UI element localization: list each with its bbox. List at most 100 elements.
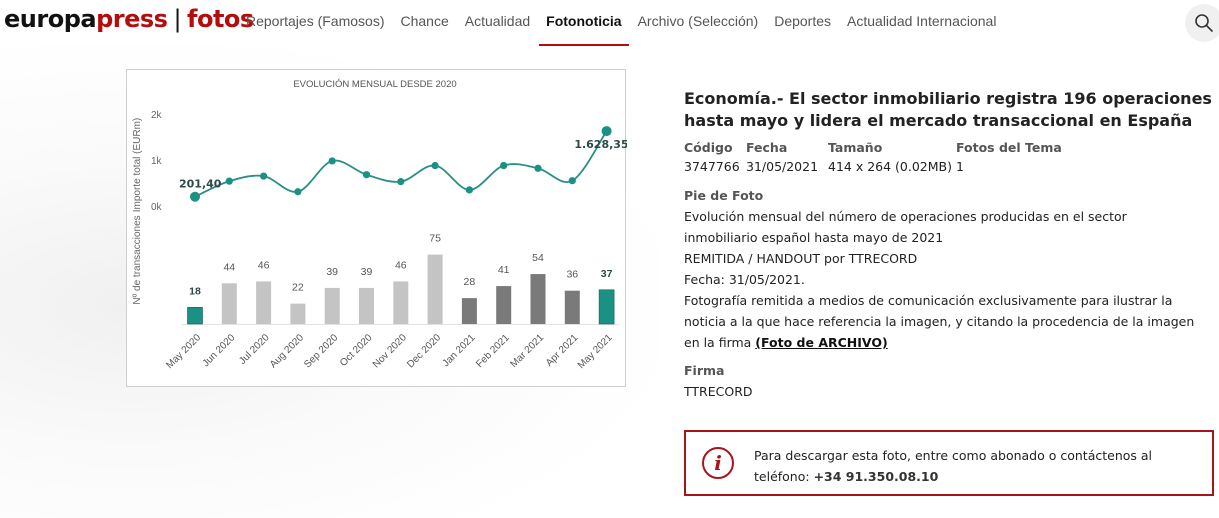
nav-actualidad-internacional[interactable]: Actualidad Internacional: [839, 0, 1004, 46]
bar: [530, 274, 546, 324]
line-path: [194, 130, 608, 198]
x-tick-label: May 2021: [576, 332, 615, 371]
line-point: [362, 171, 371, 179]
caption-line: inmobiliario español hasta mayo de 2021: [684, 230, 944, 245]
line-y-axis-label: Importe total (EURm): [132, 118, 143, 212]
bar-series: 18 44 46 22 39 39 46 75 28 41 54 36 37: [182, 233, 619, 325]
meta-value-fecha: 31/05/2021: [746, 159, 819, 174]
line-series: 201,40 1.628,35: [179, 126, 627, 202]
line-point: [534, 164, 542, 172]
line-point: [260, 172, 268, 180]
nav-actualidad[interactable]: Actualidad: [457, 0, 538, 46]
bar: [496, 286, 512, 324]
photo-caption: Evolución mensual del número de operacio…: [684, 206, 1214, 353]
line-point: [328, 157, 336, 165]
bar: [187, 307, 203, 325]
download-alert: i Para descargar esta foto, entre como a…: [684, 430, 1214, 496]
x-tick-label: Jun 2020: [201, 332, 238, 369]
search-button[interactable]: [1185, 4, 1219, 42]
meta-header-tamano: Tamaño: [828, 140, 883, 155]
bar-value-label: 22: [292, 282, 304, 294]
bar-value-label: 39: [326, 266, 338, 278]
x-tick-label: Feb 2021: [474, 332, 512, 370]
line-y-ticks: 0k 1k 2k: [151, 110, 163, 213]
bar-y-axis-label: Nº de transacciones: [132, 215, 143, 304]
logo-press: press: [96, 5, 168, 33]
line-point: [294, 188, 302, 196]
caption-label: Pie de Foto: [684, 188, 764, 203]
bar: [256, 281, 272, 324]
info-icon: i: [702, 447, 734, 479]
nav-archivo[interactable]: Archivo (Selección): [630, 0, 767, 46]
line-point: [500, 161, 508, 170]
logo-separator: |: [173, 5, 182, 33]
y-tick-label: 2k: [151, 110, 163, 121]
meta-header-fecha: Fecha: [746, 140, 788, 155]
firma-value: TTRECORD: [684, 384, 753, 399]
bar-value-label: 37: [601, 268, 613, 280]
bar-value-label: 41: [498, 264, 510, 276]
logo-europa: europa: [4, 5, 97, 33]
photo-title: Economía.- El sector inmobiliario regist…: [684, 89, 1212, 130]
line-label-first: 201,40: [179, 178, 222, 191]
x-tick-label: May 2020: [164, 332, 203, 371]
main-nav: Reportajes (Famosos) Chance Actualidad F…: [238, 0, 1004, 46]
bar: [324, 287, 340, 324]
x-tick-label: Mar 2021: [508, 332, 546, 370]
bar-value-label: 36: [566, 269, 578, 281]
photo-preview[interactable]: EVOLUCIÓN MENSUAL DESDE 2020 Importe tot…: [126, 69, 627, 387]
search-icon: [1195, 14, 1213, 32]
line-point: [431, 161, 439, 170]
caption-line: Evolución mensual del número de operacio…: [684, 209, 1127, 224]
foto-de-archivo-link[interactable]: (Foto de ARCHIVO): [755, 335, 887, 350]
nav-reportajes[interactable]: Reportajes (Famosos): [238, 0, 393, 46]
line-point: [190, 191, 200, 202]
x-axis-labels: May 2020Jun 2020 Jul 2020Aug 2020Sep 2020…: [164, 332, 615, 371]
bar-value-label: 54: [532, 252, 544, 264]
alert-message: Para descargar esta foto, entre como abo…: [754, 445, 1194, 487]
bar: [290, 303, 306, 324]
caption-line: REMITIDA / HANDOUT por TTRECORD: [684, 251, 918, 266]
bar: [598, 289, 615, 325]
meta-value-fotos-tema[interactable]: 1: [956, 159, 1214, 174]
meta-value-codigo: 3747766: [684, 159, 740, 174]
bar: [564, 290, 580, 324]
europapress-fotos-logo[interactable]: europapress | fotos: [4, 2, 254, 36]
bar: [221, 283, 237, 324]
alert-line-1: Para descargar esta foto, entre como abo…: [754, 448, 1153, 463]
x-tick-label: Jul 2020: [237, 332, 272, 367]
nav-deportes[interactable]: Deportes: [766, 0, 839, 46]
line-point: [465, 186, 473, 194]
y-tick-label: 1k: [151, 156, 163, 167]
x-tick-label: Aug 2020: [268, 332, 306, 370]
bar: [461, 298, 477, 324]
caption-line: Fecha: 31/05/2021.: [684, 272, 805, 287]
line-point: [225, 177, 233, 185]
bar-value-label: 18: [189, 285, 201, 297]
bar-value-label: 46: [395, 259, 407, 271]
x-tick-label: Jan 2021: [441, 332, 478, 369]
line-label-last: 1.628,35: [574, 138, 627, 151]
y-tick-label: 0k: [151, 202, 163, 213]
bar: [393, 281, 409, 324]
photo-meta-table: Código Fecha Tamaño Fotos del Tema 37477…: [684, 140, 1214, 174]
line-point: [568, 177, 576, 185]
bar-value-label: 75: [429, 233, 441, 245]
caption-line: Fotografía remitida a medios de comunica…: [684, 293, 1173, 308]
site-header: europapress | fotos Reportajes (Famosos) C…: [0, 0, 1219, 46]
chart-title: EVOLUCIÓN MENSUAL DESDE 2020: [293, 79, 456, 90]
alert-phone[interactable]: +34 91.350.08.10: [814, 469, 939, 484]
nav-chance[interactable]: Chance: [393, 0, 457, 46]
x-tick-label: Nov 2020: [371, 332, 409, 370]
x-tick-label: Oct 2020: [338, 332, 375, 369]
meta-header-codigo: Código: [684, 140, 733, 155]
line-point: [601, 126, 612, 137]
bar: [359, 287, 374, 324]
bar: [427, 254, 443, 324]
firma-label: Firma: [684, 363, 725, 378]
nav-fotonoticia[interactable]: Fotonoticia: [538, 0, 630, 46]
caption-last-prefix: en la firma: [684, 335, 756, 350]
meta-value-tamano: 414 x 264 (0.02MB): [828, 159, 952, 174]
alert-line-2: teléfono: +34 91.350.08.10: [754, 466, 1194, 487]
bar-value-label: 46: [258, 259, 270, 271]
